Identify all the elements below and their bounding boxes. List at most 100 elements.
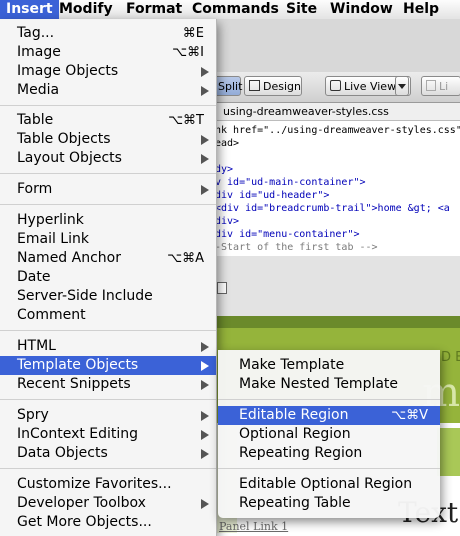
menu-item-label: Make Template	[239, 357, 345, 373]
document-toolbar: Split Design Live View Li	[215, 72, 460, 103]
menu-item-label: Editable Optional Region	[239, 476, 413, 492]
menu-item-image[interactable]: Image ⌥⌘I	[0, 43, 216, 62]
submenu-arrow-icon	[201, 430, 209, 440]
menu-help[interactable]: Help	[397, 0, 445, 19]
menu-item-data-objects[interactable]: Data Objects	[0, 444, 216, 463]
code-line: nk href="../using-dreamweaver-styles.css…	[215, 125, 460, 136]
split-view-button[interactable]: Split	[215, 76, 242, 96]
menu-item-server-side-include[interactable]: Server-Side Include	[0, 287, 216, 306]
shortcut: ⌥⌘V	[391, 408, 428, 423]
document-icon	[217, 282, 227, 294]
menu-format[interactable]: Format	[120, 0, 188, 19]
menu-item-template-objects[interactable]: Template Objects	[0, 356, 216, 375]
menu-item-tag[interactable]: Tag... ⌘E	[0, 24, 216, 43]
shortcut: ⌥⌘I	[172, 45, 204, 60]
menu-item-media[interactable]: Media	[0, 81, 216, 100]
menu-item-label: Template Objects	[17, 357, 139, 373]
code-view[interactable]: nk href="../using-dreamweaver-styles.css…	[215, 121, 460, 257]
menu-item-label: Form	[17, 181, 53, 197]
menu-item-table-objects[interactable]: Table Objects	[0, 130, 216, 149]
menu-separator	[0, 399, 216, 400]
menu-separator	[0, 468, 216, 469]
submenu-item-make-nested-template[interactable]: Make Nested Template	[218, 375, 440, 394]
submenu-item-editable-optional-region[interactable]: Editable Optional Region	[218, 475, 440, 494]
menu-item-label: HTML	[17, 338, 56, 354]
live-view-dropdown[interactable]	[395, 76, 409, 96]
menu-item-comment[interactable]: Comment	[0, 306, 216, 325]
live-code-label: Li	[439, 80, 449, 93]
menu-item-label: Named Anchor	[17, 250, 121, 266]
submenu-arrow-icon	[201, 67, 209, 77]
menu-item-customize-favorites[interactable]: Customize Favorites...	[0, 475, 216, 494]
menu-item-label: Image Objects	[17, 63, 119, 79]
menu-item-label: Data Objects	[17, 445, 108, 461]
menu-item-label: Media	[17, 82, 60, 98]
menu-item-date[interactable]: Date	[0, 268, 216, 287]
menu-separator	[218, 399, 440, 400]
menu-item-table[interactable]: Table ⌥⌘T	[0, 111, 216, 130]
code-line: dy>	[215, 164, 234, 175]
menu-window[interactable]: Window	[324, 0, 399, 19]
submenu-arrow-icon	[201, 449, 209, 459]
menu-modify[interactable]: Modify	[53, 0, 119, 19]
menu-item-get-more-objects[interactable]: Get More Objects...	[0, 513, 216, 532]
menu-bar: Insert Modify Format Commands Site Windo…	[0, 0, 460, 20]
menu-item-label: Repeating Region	[239, 445, 363, 461]
menu-item-layout-objects[interactable]: Layout Objects	[0, 149, 216, 168]
menu-item-form[interactable]: Form	[0, 180, 216, 199]
menu-item-spry[interactable]: Spry	[0, 406, 216, 425]
menu-item-named-anchor[interactable]: Named Anchor ⌥⌘A	[0, 249, 216, 268]
submenu-item-make-template[interactable]: Make Template	[218, 356, 440, 375]
menu-item-label: Spry	[17, 407, 49, 423]
menu-item-label: Date	[17, 269, 51, 285]
menu-item-label: Layout Objects	[17, 150, 122, 166]
menu-item-label: Table	[17, 112, 54, 128]
menu-item-email-link[interactable]: Email Link	[0, 230, 216, 249]
menu-item-label: Email Link	[17, 231, 89, 247]
submenu-arrow-icon	[201, 499, 209, 509]
menu-item-label: Comment	[17, 307, 86, 323]
shortcut: ⌥⌘T	[168, 113, 204, 128]
menu-item-label: Image	[17, 44, 61, 60]
menu-item-html[interactable]: HTML	[0, 337, 216, 356]
chevron-down-icon	[398, 84, 406, 89]
live-view-icon	[330, 80, 341, 91]
submenu-arrow-icon	[201, 154, 209, 164]
submenu-item-repeating-region[interactable]: Repeating Region	[218, 444, 440, 463]
code-line: div id="ud-header">	[215, 190, 330, 201]
submenu-item-optional-region[interactable]: Optional Region	[218, 425, 440, 444]
menu-item-image-objects[interactable]: Image Objects	[0, 62, 216, 81]
menu-item-label: Hyperlink	[17, 212, 84, 228]
code-line: -Start of the first tab -->	[215, 242, 378, 253]
menu-item-label: Developer Toolbox	[17, 495, 146, 511]
related-file-path[interactable]: using-dreamweaver-styles.css	[215, 103, 460, 121]
menu-item-developer-toolbox[interactable]: Developer Toolbox	[0, 494, 216, 513]
live-code-icon	[426, 80, 436, 91]
submenu-item-repeating-table[interactable]: Repeating Table	[218, 494, 440, 513]
menu-item-label: Editable Region	[239, 407, 349, 423]
banner-logo-text: D E	[441, 350, 460, 365]
menu-separator	[218, 468, 440, 469]
design-view-button[interactable]: Design	[244, 76, 302, 96]
panel-link[interactable]: Panel Link 1	[219, 520, 288, 533]
design-icon	[249, 80, 260, 91]
menu-separator	[0, 204, 216, 205]
live-code-button[interactable]: Li	[421, 76, 460, 96]
properties-area	[215, 256, 460, 317]
menu-item-label: InContext Editing	[17, 426, 139, 442]
submenu-item-editable-region[interactable]: Editable Region ⌥⌘V	[218, 406, 440, 425]
menu-separator	[0, 330, 216, 331]
menu-item-label: Table Objects	[17, 131, 111, 147]
menu-item-recent-snippets[interactable]: Recent Snippets	[0, 375, 216, 394]
menu-item-label: Recent Snippets	[17, 376, 131, 392]
menu-item-hyperlink[interactable]: Hyperlink	[0, 211, 216, 230]
code-line: v id="ud-main-container">	[215, 177, 366, 188]
menu-insert[interactable]: Insert	[0, 0, 59, 19]
menu-separator	[0, 105, 216, 106]
submenu-arrow-icon	[201, 185, 209, 195]
shortcut: ⌘E	[182, 26, 204, 41]
menu-item-incontext-editing[interactable]: InContext Editing	[0, 425, 216, 444]
menu-commands[interactable]: Commands	[186, 0, 285, 19]
menu-site[interactable]: Site	[280, 0, 323, 19]
menu-item-label: Repeating Table	[239, 495, 351, 511]
